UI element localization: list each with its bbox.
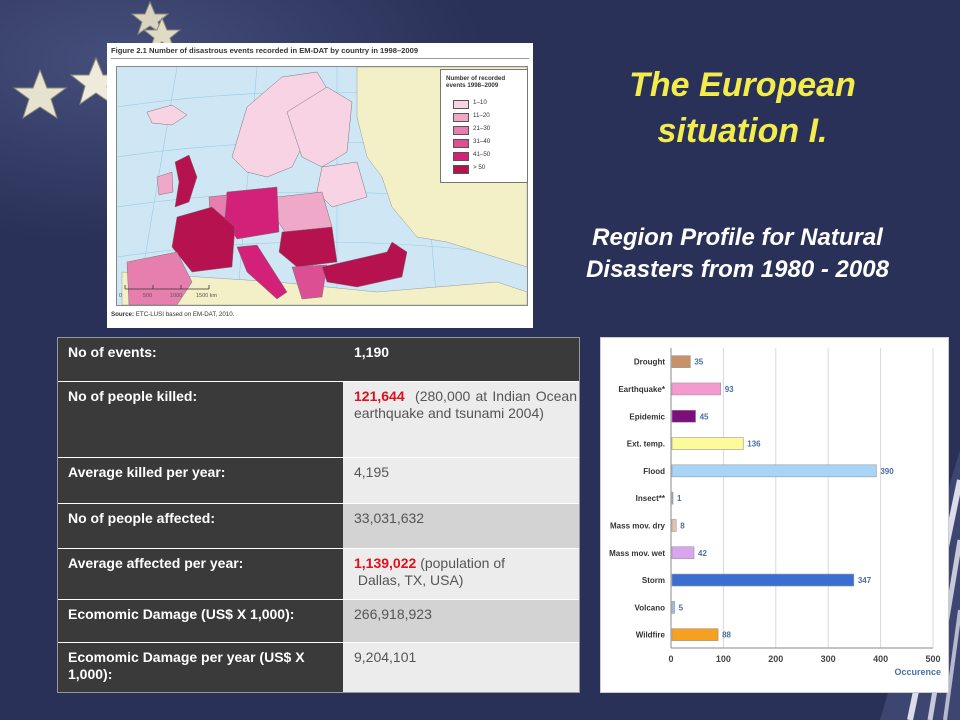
legend-label: 21–30 <box>473 125 491 132</box>
figure-source: Source: ETC-LUSI based on EM-DAT, 2010. <box>111 311 234 318</box>
disaster-occurrence-chart: Drought 35 Earthquake* 93 Epidemic 45 Ext. tem… <box>600 337 949 693</box>
x-tick-label: 0 <box>668 654 673 664</box>
data-label: 35 <box>694 358 703 367</box>
x-tick-label: 200 <box>768 654 783 664</box>
row-value: 266,918,923 <box>343 600 579 642</box>
table-row: No of people killed: 121,644 (280,000 at… <box>58 382 579 457</box>
row-value: 33,031,632 <box>343 504 579 548</box>
legend-swatch <box>453 139 469 148</box>
title-line: situation I. <box>657 112 828 150</box>
legend-label: 1–10 <box>473 99 487 106</box>
data-label: 390 <box>880 467 894 476</box>
bar <box>671 464 877 478</box>
row-label: No of events: <box>58 338 343 381</box>
table-row: Ecomomic Damage (US$ X 1,000): 266,918,9… <box>58 600 579 642</box>
legend-swatch <box>453 152 469 161</box>
star-icon <box>12 68 68 120</box>
bar <box>671 382 722 396</box>
bar <box>671 601 675 614</box>
data-label: 136 <box>747 440 761 449</box>
row-label: Average killed per year: <box>58 458 343 503</box>
data-label: 42 <box>698 549 707 558</box>
caption-divider <box>111 58 529 59</box>
value-note: (population of <box>420 555 506 571</box>
source-label: Source: <box>111 311 135 318</box>
data-label: 93 <box>725 385 734 394</box>
figure-caption: Figure 2.1 Number of disastrous events r… <box>111 46 419 55</box>
bar <box>671 491 674 505</box>
bar-chart-svg: Drought 35 Earthquake* 93 Epidemic 45 Ext. tem… <box>609 348 941 677</box>
legend-swatch <box>453 100 469 109</box>
x-axis-label: Occurence <box>894 667 941 677</box>
region-profile-table: No of events: 1,190 No of people killed:… <box>57 337 580 693</box>
data-label: 347 <box>858 576 872 585</box>
legend-label: > 50 <box>473 164 486 171</box>
data-label: 45 <box>700 412 709 421</box>
table-row: No of people affected: 33,031,632 <box>58 504 579 548</box>
data-label: 88 <box>722 631 731 640</box>
scale-label: 0 <box>119 293 123 299</box>
legend-label: 31–40 <box>473 138 491 145</box>
subtitle-line: Disasters from 1980 - 2008 <box>586 256 889 283</box>
source-value: ETC-LUSI based on EM-DAT, 2010. <box>135 311 235 318</box>
legend-title: Number of recorded events 1998–2009 <box>446 75 506 89</box>
row-label: No of people affected: <box>58 504 343 548</box>
value-note: Dallas, TX, USA) <box>357 572 464 588</box>
row-label: Ecomomic Damage per year (US$ X 1,000): <box>58 643 343 692</box>
data-label: 5 <box>679 603 684 612</box>
row-value: 1,190 <box>343 338 579 381</box>
row-label: Average affected per year: <box>58 549 343 599</box>
row-value: 121,644 (280,000 at Indian Ocean earthqu… <box>343 382 579 457</box>
slide-title: The European situation I. <box>575 62 910 154</box>
table-row: Average affected per year: 1,139,022 (po… <box>58 549 579 599</box>
map-legend: Number of recorded events 1998–2009 1–10… <box>440 69 528 183</box>
x-tick-label: 100 <box>716 654 731 664</box>
bar <box>671 519 677 532</box>
bar <box>671 546 695 560</box>
x-tick-label: 300 <box>821 654 836 664</box>
highlight-value: 1,139,022 <box>354 555 417 571</box>
category-label: Wildfire <box>636 631 666 640</box>
bar <box>671 573 855 587</box>
table-row: No of events: 1,190 <box>58 338 579 381</box>
subtitle-line: Region Profile for Natural <box>592 224 883 251</box>
category-label: Mass mov. wet <box>609 549 665 558</box>
x-tick-label: 400 <box>873 654 888 664</box>
category-label: Insect** <box>636 494 666 503</box>
x-tick-label: 500 <box>925 654 940 664</box>
category-label: Flood <box>643 467 665 476</box>
bar <box>671 409 696 423</box>
scale-label: 500 <box>143 293 153 299</box>
row-value: 4,195 <box>343 458 579 503</box>
data-label: 1 <box>677 494 682 503</box>
row-label: Ecomomic Damage (US$ X 1,000): <box>58 600 343 642</box>
category-label: Epidemic <box>629 412 665 421</box>
table-row: Average killed per year: 4,195 <box>58 458 579 503</box>
scale-label: 1500 km <box>196 293 218 299</box>
category-label: Volcano <box>634 603 665 612</box>
slide-subtitle: Region Profile for Natural Disasters fro… <box>555 222 920 286</box>
legend-swatch <box>453 113 469 122</box>
category-label: Earthquake* <box>618 385 666 394</box>
category-label: Mass mov. dry <box>610 521 666 530</box>
highlight-value: 121,644 <box>354 388 405 404</box>
title-line: The European <box>629 66 856 104</box>
bar <box>671 628 719 641</box>
bar <box>671 437 744 450</box>
legend-label: 11–20 <box>473 112 490 119</box>
table-row: Ecomomic Damage per year (US$ X 1,000): … <box>58 643 579 692</box>
legend-swatch <box>453 165 469 174</box>
category-label: Storm <box>642 576 665 585</box>
category-label: Drought <box>634 358 665 367</box>
disaster-map-figure: Figure 2.1 Number of disastrous events r… <box>107 43 533 328</box>
row-label: No of people killed: <box>58 382 343 457</box>
row-value: 9,204,101 <box>343 643 579 692</box>
row-value: 1,139,022 (population of Dallas, TX, USA… <box>343 549 579 599</box>
bar <box>671 355 691 368</box>
category-label: Ext. temp. <box>627 440 665 449</box>
legend-label: 41–50 <box>473 151 491 158</box>
legend-swatch <box>453 126 469 135</box>
data-label: 8 <box>680 521 685 530</box>
scale-label: 1000 <box>170 293 183 299</box>
